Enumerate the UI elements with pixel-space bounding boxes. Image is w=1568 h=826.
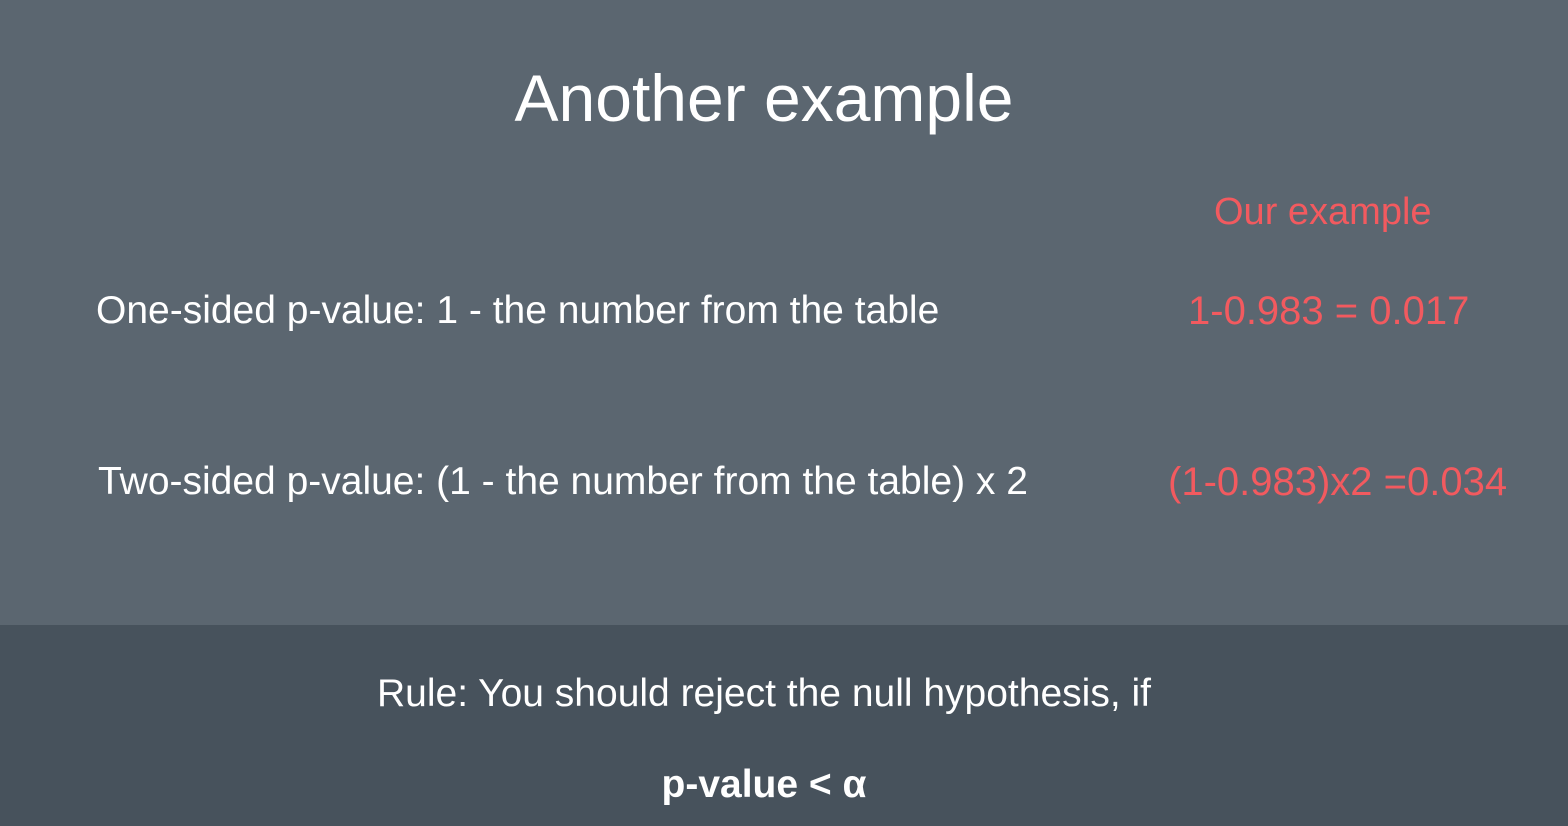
one-sided-label: One-sided p-value: 1 - the number from t… xyxy=(96,289,940,332)
slide-content: Another example Our example One-sided p-… xyxy=(0,0,1568,625)
one-sided-value: 1-0.983 = 0.017 xyxy=(1188,289,1470,333)
rule-formula: p-value < α xyxy=(661,763,867,806)
two-sided-label: Two-sided p-value: (1 - the number from … xyxy=(98,460,1028,503)
rule-text: Rule: You should reject the null hypothe… xyxy=(376,672,1151,715)
rule-band: Rule: You should reject the null hypothe… xyxy=(0,625,1568,826)
two-sided-value: (1-0.983)x2 =0.034 xyxy=(1168,460,1508,504)
slide-title: Another example xyxy=(514,61,1014,135)
example-column-header: Our example xyxy=(1214,191,1432,233)
